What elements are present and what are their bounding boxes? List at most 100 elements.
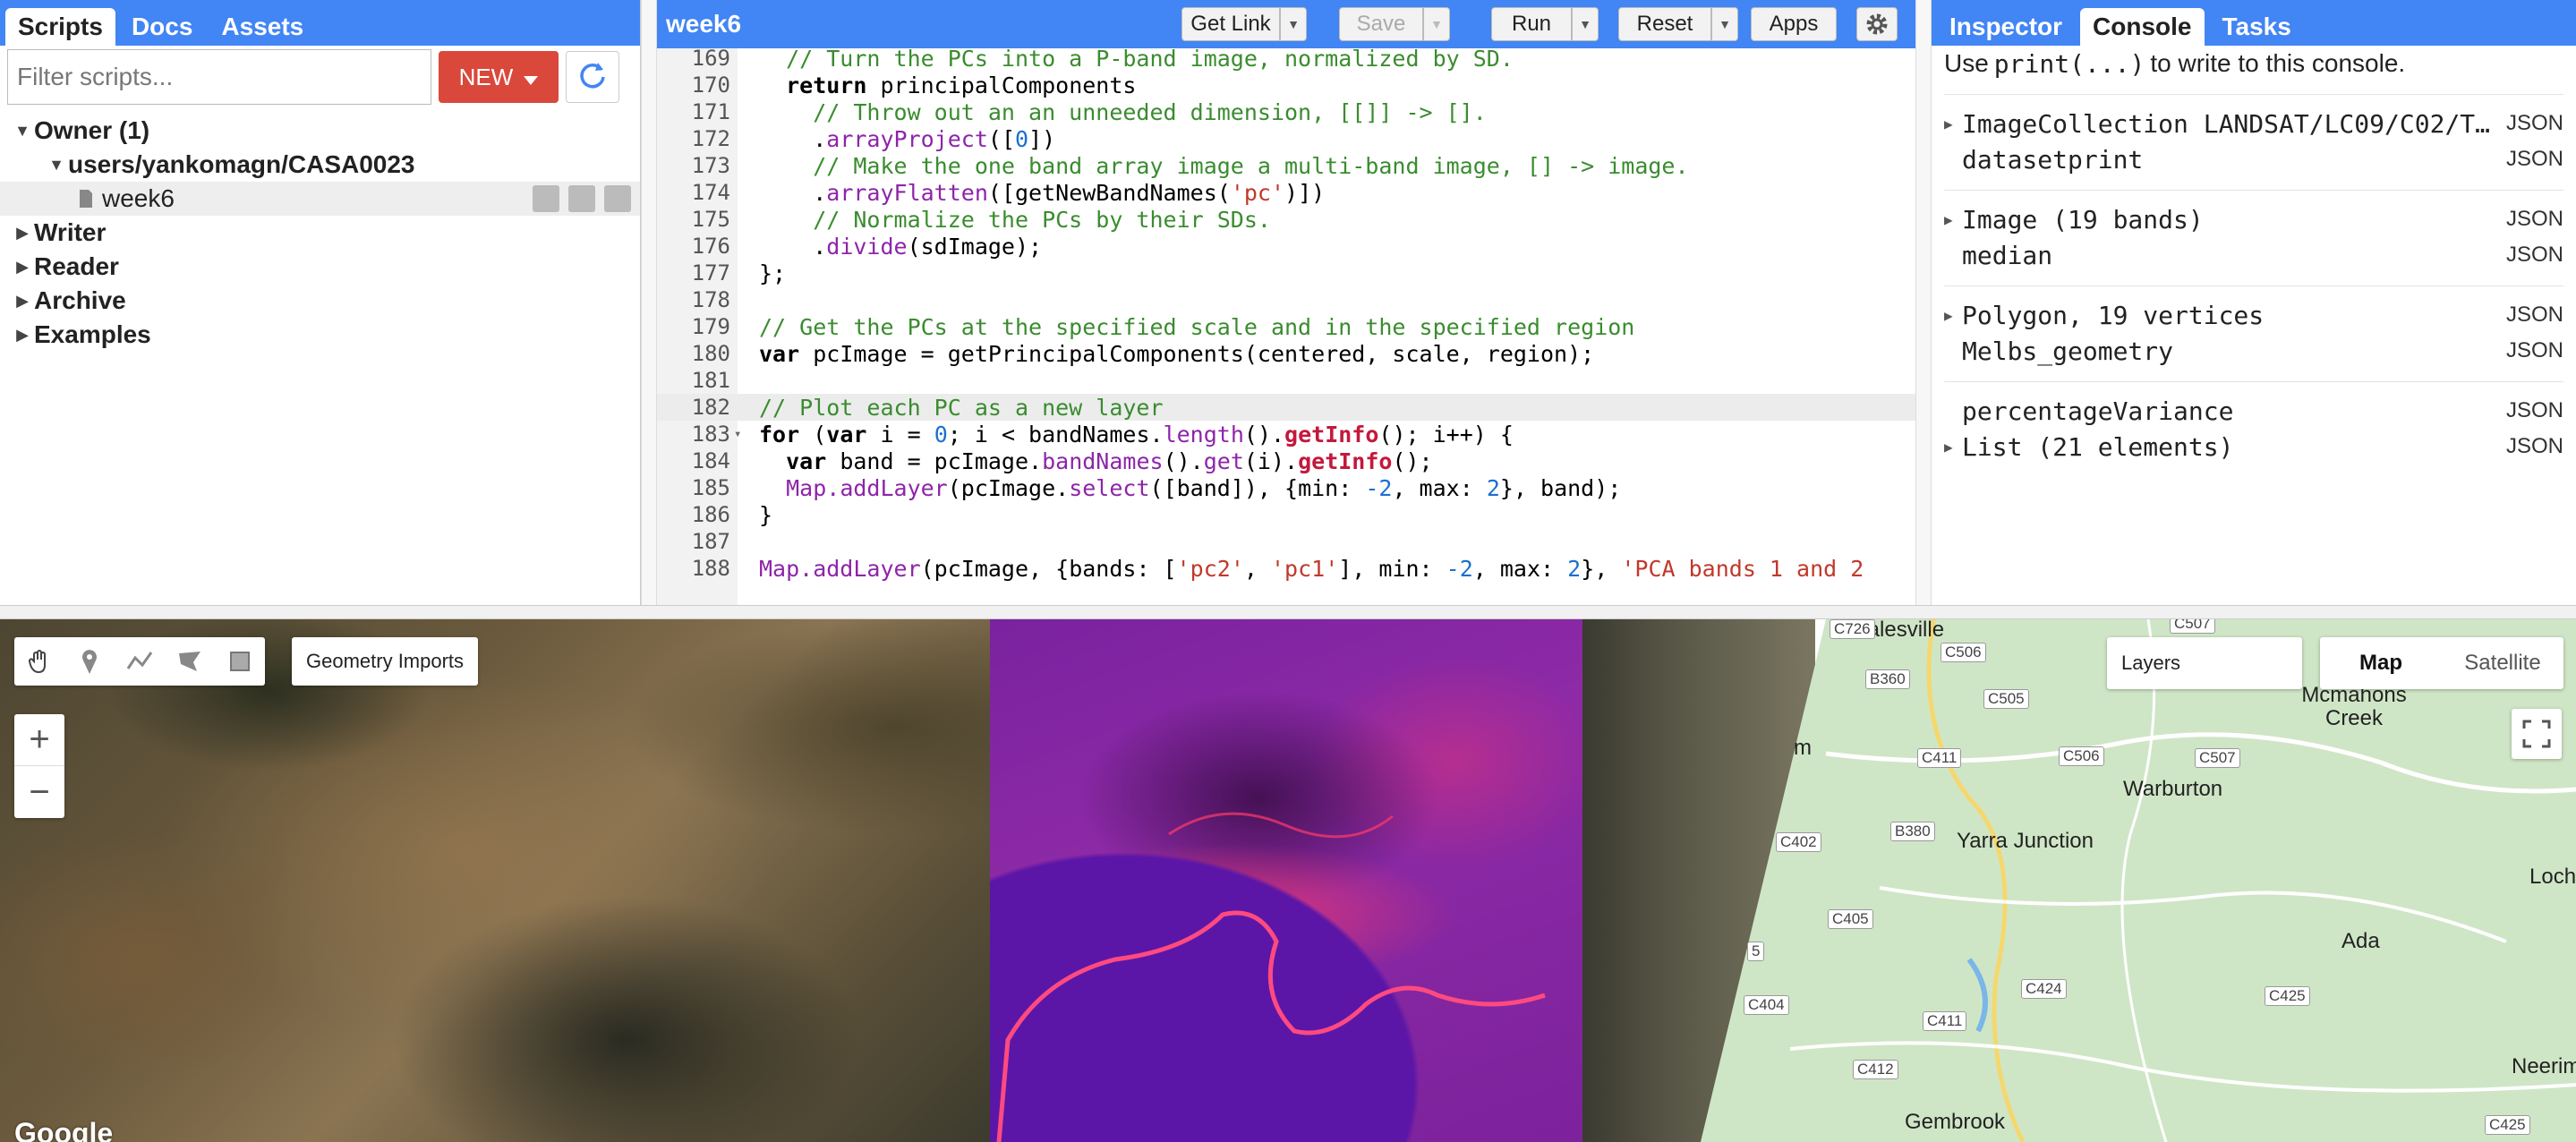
tree-reader-label: Reader	[34, 252, 119, 280]
tab-console[interactable]: Console	[2080, 8, 2205, 46]
settings-gear-icon[interactable]	[1856, 7, 1898, 41]
console-name: percentageVariance	[1962, 396, 2234, 426]
code-line[interactable]: 188 Map.addLayer(pcImage, {bands: ['pc2',…	[657, 555, 1915, 582]
code-line[interactable]: 176 .divide(sdImage);	[657, 233, 1915, 260]
road-tag: C425	[2265, 986, 2310, 1006]
save-dropdown-icon[interactable]: ▼	[1423, 7, 1450, 41]
refresh-icon	[576, 59, 609, 96]
expand-triangle-icon: ▶	[1944, 115, 1953, 132]
add-marker-icon[interactable]	[76, 648, 103, 675]
tree-writer[interactable]: ▶ Writer	[0, 216, 640, 250]
code-line[interactable]: 177};	[657, 260, 1915, 286]
tab-docs[interactable]: Docs	[119, 8, 205, 46]
code-text: }	[759, 501, 773, 528]
console-object-row[interactable]: ▶ Polygon, 19 vertices JSON	[1944, 297, 2563, 333]
code-line[interactable]: 175 // Normalize the PCs by their SDs.	[657, 206, 1915, 233]
refresh-button[interactable]	[566, 51, 619, 103]
console-object-row[interactable]: ▶ ImageCollection LANDSAT/LC09/C02/T… JS…	[1944, 106, 2563, 141]
apps-button[interactable]: Apps	[1751, 7, 1837, 41]
tab-tasks[interactable]: Tasks	[2210, 8, 2304, 46]
save-button[interactable]: Save	[1339, 7, 1423, 41]
json-link[interactable]: JSON	[2506, 147, 2563, 172]
map-type-satellite-button[interactable]: Satellite	[2442, 637, 2563, 689]
json-link[interactable]: JSON	[2506, 303, 2563, 328]
drawing-tools	[14, 637, 265, 686]
get-link-dropdown-icon[interactable]: ▼	[1280, 7, 1307, 41]
code-line[interactable]: 181	[657, 367, 1915, 394]
road-tag: C506	[1941, 643, 1986, 662]
code-text: .arrayProject([0])	[759, 125, 1056, 152]
json-link[interactable]: JSON	[2506, 398, 2563, 423]
code-area[interactable]: 169 // Turn the PCs into a P-band image,…	[657, 48, 1915, 605]
layers-dropdown[interactable]: Layers	[2107, 637, 2302, 689]
code-line[interactable]: 171 // Throw out an an unneeded dimensio…	[657, 98, 1915, 125]
geometry-imports-button[interactable]: Geometry Imports	[292, 637, 479, 686]
map-view[interactable]: Healesville Mcmahons Creek Warburton Yar…	[0, 619, 2576, 1142]
code-line[interactable]: 186}	[657, 501, 1915, 528]
delete-trash-icon[interactable]	[604, 185, 631, 212]
code-line[interactable]: 173 // Make the one band array image a m…	[657, 152, 1915, 179]
code-line[interactable]: 178	[657, 286, 1915, 313]
tab-inspector[interactable]: Inspector	[1937, 8, 2075, 46]
code-line[interactable]: 172 .arrayProject([0])	[657, 125, 1915, 152]
json-link[interactable]: JSON	[2506, 207, 2563, 232]
draw-polygon-icon[interactable]	[176, 648, 203, 675]
fullscreen-icon[interactable]	[2512, 709, 2562, 759]
rename-pencil-icon[interactable]	[568, 185, 595, 212]
json-link[interactable]: JSON	[2506, 111, 2563, 136]
code-line[interactable]: 182 // Plot each PC as a new layer	[657, 394, 1915, 421]
code-line[interactable]: 184 var band = pcImage.bandNames().get(i…	[657, 447, 1915, 474]
code-text: return principalComponents	[759, 72, 1137, 98]
left-splitter[interactable]	[641, 0, 657, 605]
line-number: 173	[691, 153, 730, 178]
zoom-in-button[interactable]: +	[14, 714, 64, 766]
code-text: .arrayFlatten([getNewBandNames('pc')])	[759, 179, 1326, 206]
new-button[interactable]: NEW	[439, 51, 559, 103]
get-link-button[interactable]: Get Link	[1181, 7, 1280, 41]
json-link[interactable]: JSON	[2506, 338, 2563, 363]
draw-line-icon[interactable]	[126, 648, 153, 675]
fold-arrow-icon[interactable]: ▾	[734, 427, 741, 441]
line-number: 179	[691, 314, 730, 339]
tree-examples[interactable]: ▶ Examples	[0, 318, 640, 352]
tree-archive[interactable]: ▶ Archive	[0, 284, 640, 318]
map-type-map-button[interactable]: Map	[2320, 637, 2442, 689]
road-tag: B380	[1890, 822, 1935, 841]
console-object-row[interactable]: ▶ List (21 elements) JSON	[1944, 429, 2563, 464]
code-line[interactable]: 183 ▾ for (var i = 0; i < bandNames.length…	[657, 421, 1915, 447]
json-link[interactable]: JSON	[2506, 243, 2563, 268]
line-number: 182	[691, 395, 730, 420]
script-title: week6	[666, 10, 742, 38]
tree-repo[interactable]: ▼ users/yankomagn/CASA0023	[0, 148, 640, 182]
tree-owner[interactable]: ▼ Owner (1)	[0, 114, 640, 148]
code-line[interactable]: 169 // Turn the PCs into a P-band image,…	[657, 48, 1915, 72]
code-line[interactable]: 179 // Get the PCs at the specified scale…	[657, 313, 1915, 340]
tree-reader[interactable]: ▶ Reader	[0, 250, 640, 284]
reset-button[interactable]: Reset	[1618, 7, 1711, 41]
expand-triangle-icon: ▶	[1944, 438, 1953, 456]
filter-scripts-input[interactable]: Filter scripts...	[7, 49, 431, 105]
code-line[interactable]: 185 Map.addLayer(pcImage.select([band]),…	[657, 474, 1915, 501]
zoom-out-button[interactable]: −	[14, 766, 64, 818]
code-line[interactable]: 187	[657, 528, 1915, 555]
pca-coastline	[996, 812, 1546, 1142]
console-object-row[interactable]: ▶ Image (19 bands) JSON	[1944, 201, 2563, 237]
json-link[interactable]: JSON	[2506, 434, 2563, 459]
run-button[interactable]: Run	[1491, 7, 1572, 41]
code-line[interactable]: 174 .arrayFlatten([getNewBandNames('pc')…	[657, 179, 1915, 206]
pan-hand-icon[interactable]	[26, 648, 53, 675]
code-text: };	[759, 260, 787, 286]
history-icon[interactable]	[533, 185, 559, 212]
console-entry: percentageVariance JSON ▶ List (21 eleme…	[1944, 381, 2563, 464]
tree-file-week6[interactable]: week6	[0, 182, 640, 216]
right-splitter[interactable]	[1915, 0, 1932, 605]
tab-assets[interactable]: Assets	[209, 8, 316, 46]
code-line[interactable]: 170 return principalComponents	[657, 72, 1915, 98]
console-name-row: Melbs_geometry JSON	[1944, 333, 2563, 369]
tab-scripts[interactable]: Scripts	[5, 8, 115, 46]
map-splitter[interactable]	[0, 605, 2576, 619]
reset-dropdown-icon[interactable]: ▼	[1711, 7, 1738, 41]
run-dropdown-icon[interactable]: ▼	[1572, 7, 1599, 41]
code-line[interactable]: 180 var pcImage = getPrincipalComponents(…	[657, 340, 1915, 367]
draw-rectangle-icon[interactable]	[226, 648, 253, 675]
